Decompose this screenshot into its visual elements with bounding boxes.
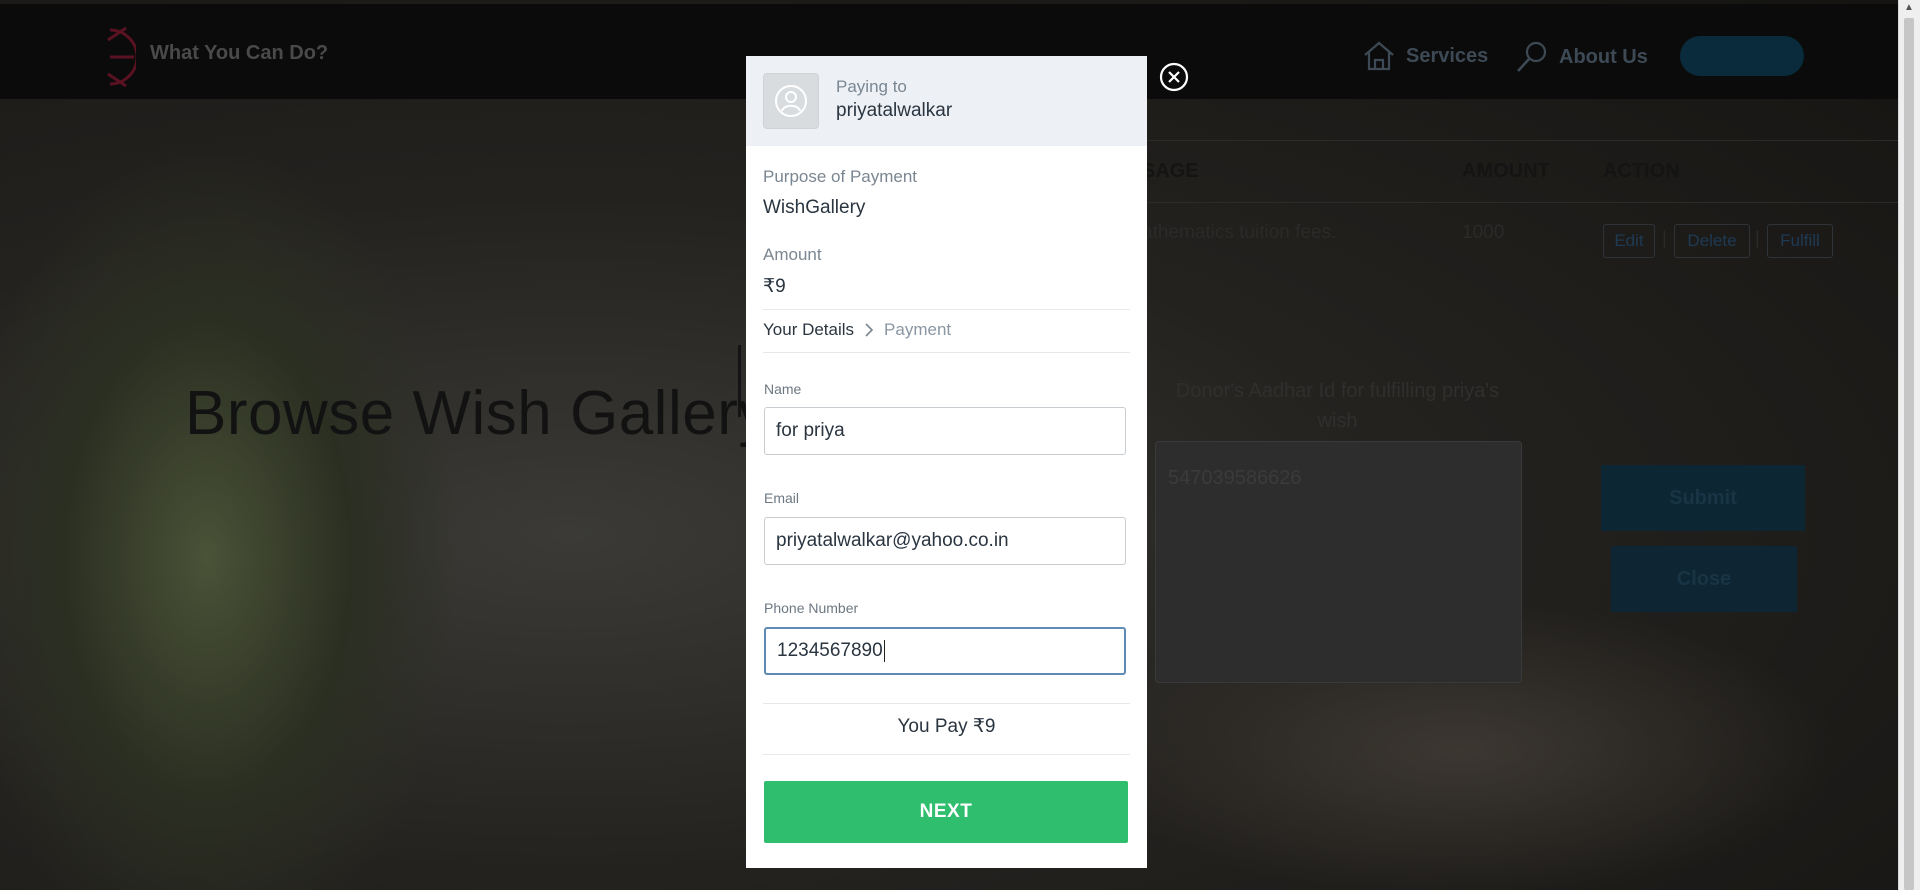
divider [763,703,1130,704]
next-button[interactable]: NEXT [764,781,1128,843]
name-field-value: for priya [776,420,845,441]
hero-title: Browse Wish Gallery [185,379,770,448]
table-cell-message: athematics tuition fees. [1142,222,1337,243]
email-label: Email [764,490,800,506]
divider [763,352,1130,353]
divider [763,754,1130,755]
text-caret [883,640,885,662]
nav-brand-link[interactable]: What You Can Do? [150,42,328,65]
payee-header: Paying to priyatalwalkar [746,56,1147,146]
name-field[interactable]: for priya [764,407,1126,455]
phone-field-value: 1234567890 [777,640,883,661]
nav-about-label: About Us [1559,45,1648,68]
chevron-right-icon [865,323,874,337]
nav-action-button[interactable] [1680,36,1804,76]
aadhar-value: 547039586626 [1168,467,1302,489]
amount-label: Amount [763,245,822,264]
table-cell-amount: 1000 [1462,222,1505,243]
table-header-border [1130,202,1898,203]
you-pay-total: You Pay ₹9 [897,716,996,737]
home-icon [1364,41,1394,71]
purpose-label: Purpose of Payment [763,167,918,186]
close-form-button[interactable]: Close [1611,546,1797,612]
edit-button[interactable]: Edit [1603,224,1655,258]
email-field[interactable]: priyatalwalkar@yahoo.co.in [764,517,1126,565]
aadhar-label: Donor's Aadhar Id for fulfilling priya's… [1175,380,1500,432]
search-icon [1517,41,1547,72]
email-field-value: priyatalwalkar@yahoo.co.in [776,530,1009,551]
vertical-scrollbar[interactable]: ▲ [1898,0,1920,890]
phone-field[interactable]: 1234567890 [764,627,1126,675]
step-payment: Payment [884,320,952,339]
background-plant [0,140,460,890]
table-header-action: ACTION [1603,160,1680,182]
table-header-amount: AMOUNT [1462,160,1550,182]
payee-name: priyatalwalkar [836,100,953,121]
amount-value: ₹9 [763,276,786,297]
nav-about[interactable]: About Us [1515,40,1648,74]
step-your-details[interactable]: Your Details [763,320,854,340]
purpose-value: WishGallery [763,197,866,218]
sun-logo-icon[interactable] [90,22,136,92]
action-separator: | [1662,228,1667,248]
delete-button[interactable]: Delete [1674,224,1750,258]
scroll-up-arrow-icon[interactable]: ▲ [1904,2,1914,13]
divider [763,309,1130,310]
avatar [763,73,819,129]
paying-to-label: Paying to [836,77,907,96]
scroll-thumb[interactable] [1904,18,1914,890]
table-top-border [1130,140,1898,141]
nav-services[interactable]: Services [1362,40,1488,72]
action-separator: | [1755,228,1760,248]
phone-label: Phone Number [764,600,859,616]
user-icon [775,85,807,117]
submit-button[interactable]: Submit [1601,465,1805,531]
aadhar-textarea[interactable]: 547039586626 [1155,441,1522,683]
name-label: Name [764,381,802,397]
nav-services-label: Services [1406,44,1489,67]
fulfill-button[interactable]: Fulfill [1767,224,1833,258]
close-modal-icon[interactable] [1159,62,1189,92]
payment-modal: Paying to priyatalwalkar Purpose of Paym… [746,56,1147,868]
breadcrumb: Your Details Payment [763,320,951,340]
table-header-message: SAGE [1142,160,1199,182]
